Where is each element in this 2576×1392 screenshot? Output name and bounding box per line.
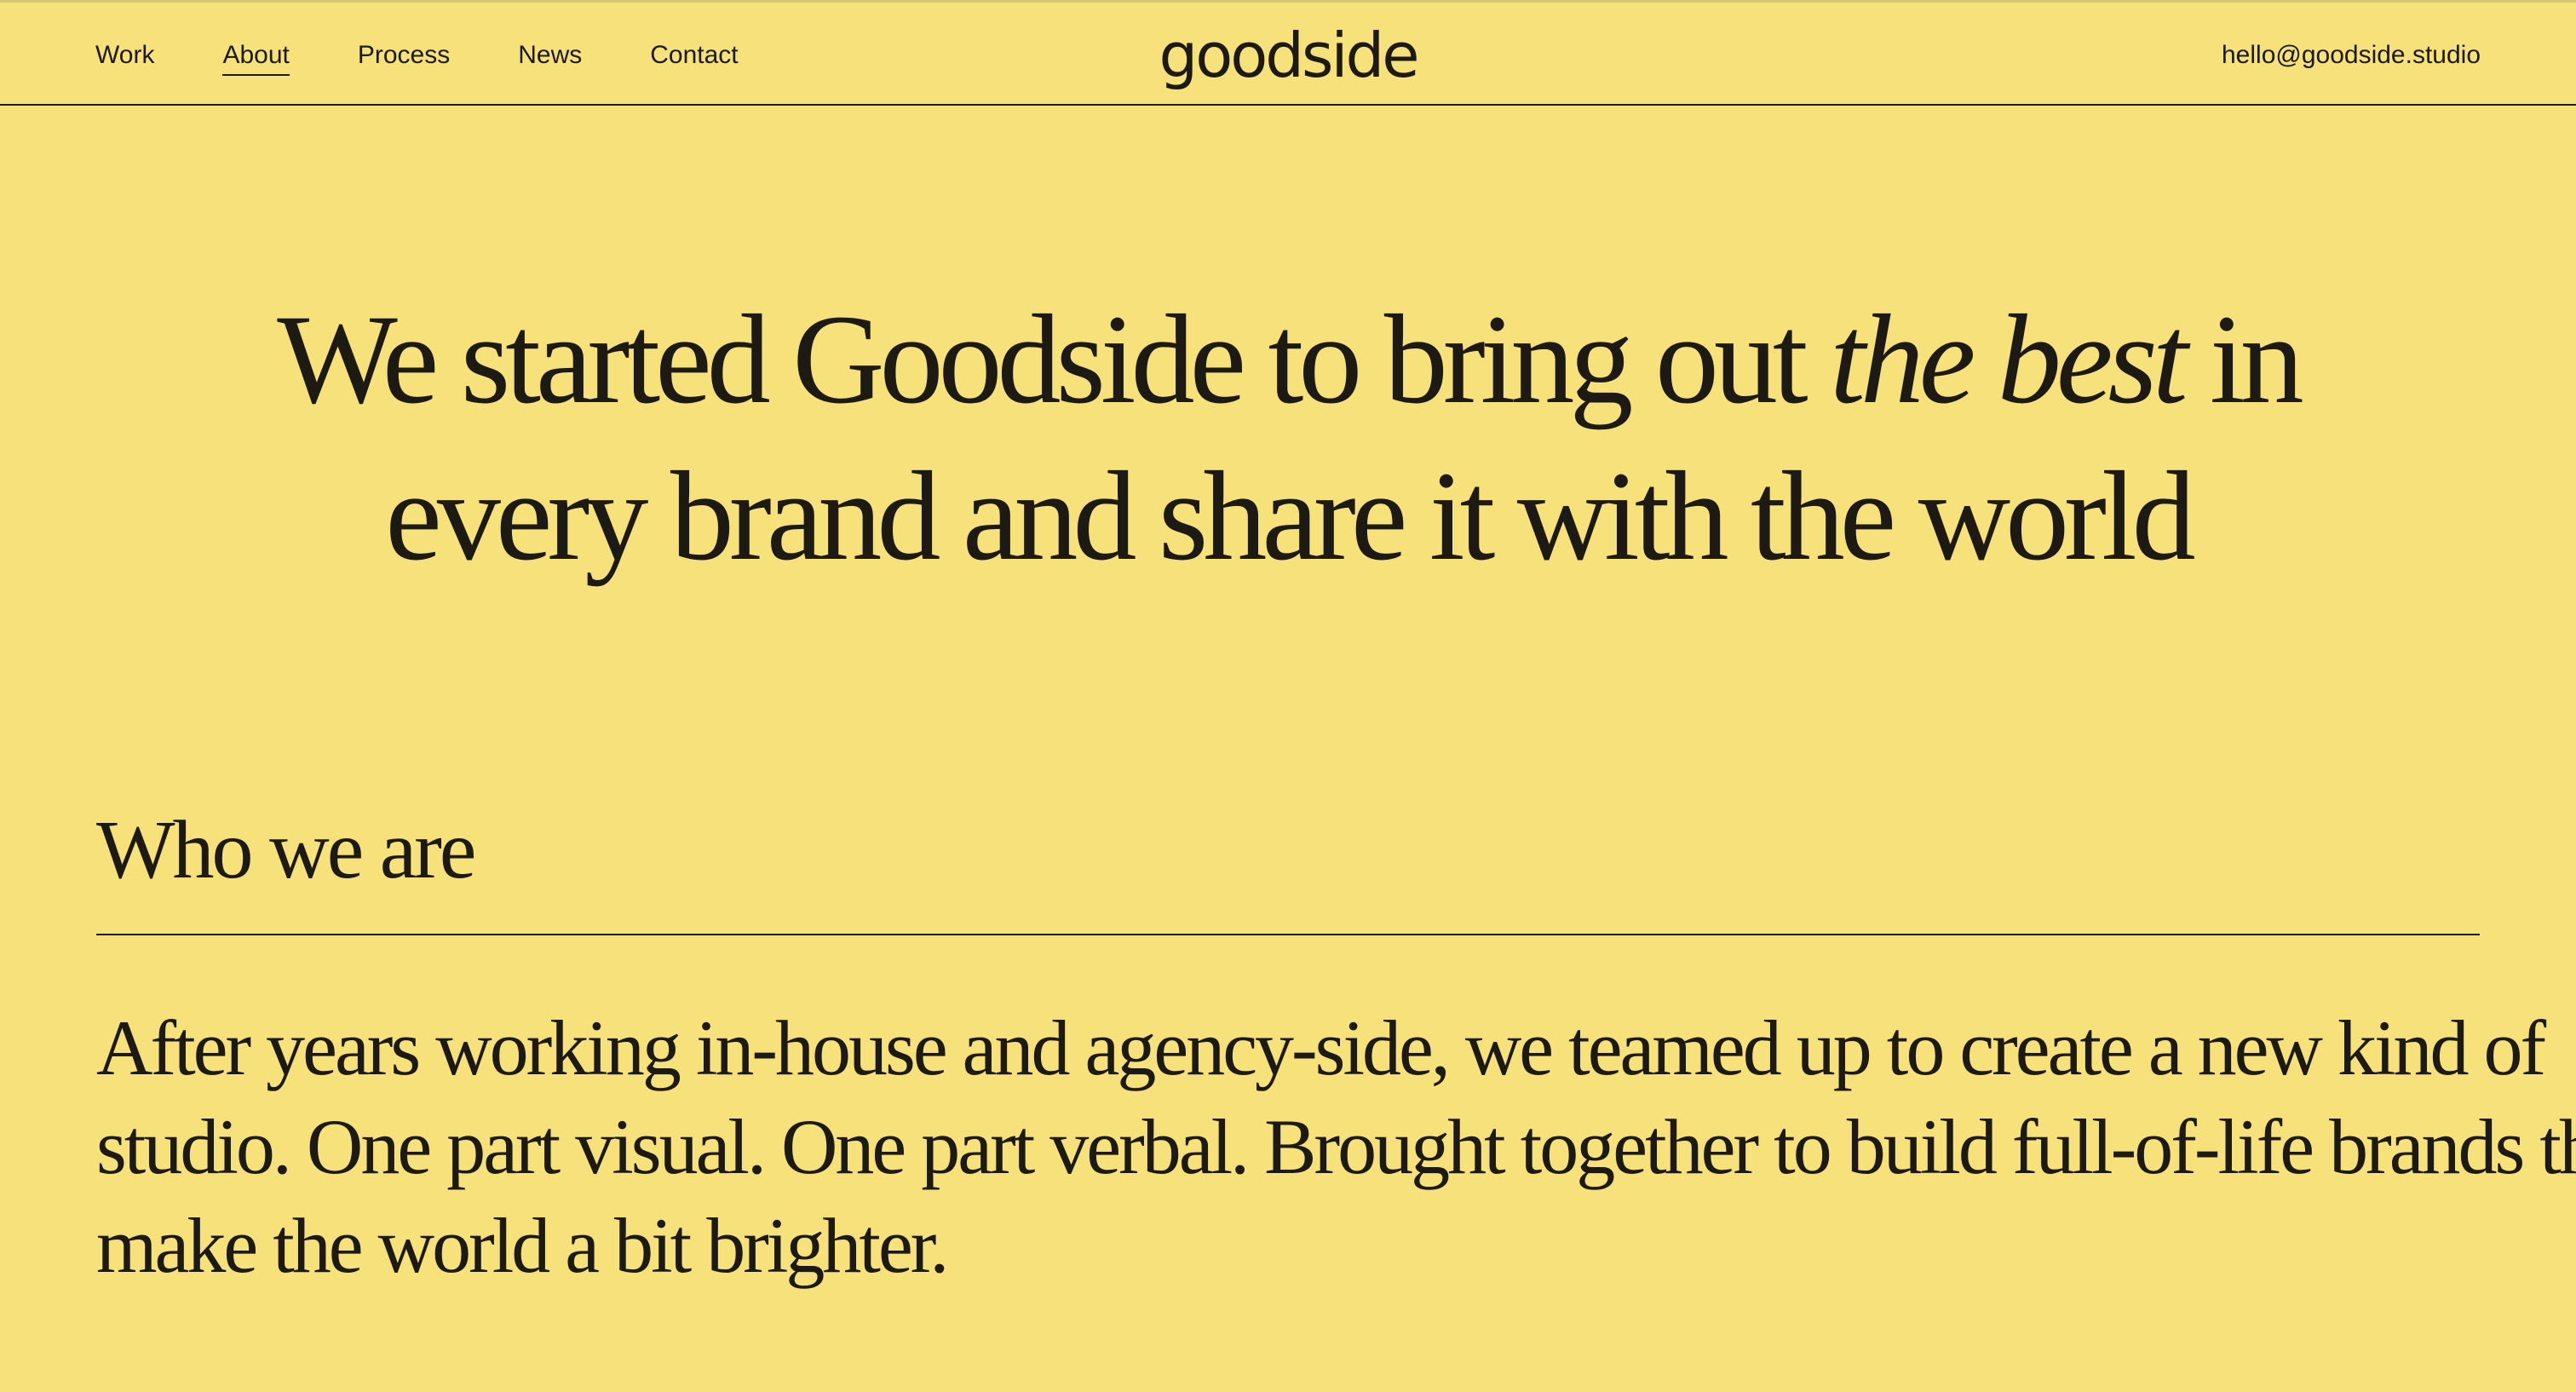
hero-line-1: We started Goodside to bring out the bes… [0, 281, 2576, 438]
hero-emphasis: the best [1830, 289, 2188, 430]
about-paragraph-line: After years working in-house and agency-… [96, 1004, 2546, 1091]
hero-headline: We started Goodside to bring out the bes… [0, 281, 2576, 595]
nav-list: Work About Process News Contact [95, 38, 739, 76]
hero-line-1-start: We started Goodside to bring out [277, 289, 1831, 430]
section-title: Who we are [96, 804, 476, 896]
brand-logo[interactable]: goodside [1159, 21, 1419, 89]
nav-item-process[interactable]: Process [358, 38, 450, 76]
section-divider [96, 934, 2480, 935]
nav-item-work[interactable]: Work [95, 38, 154, 76]
about-paragraph: After years working in-house and agency-… [96, 998, 2576, 1295]
nav-item-about[interactable]: About [222, 38, 290, 76]
contact-email-link[interactable]: hello@goodside.studio [2222, 38, 2481, 72]
hero-line-2: every brand and share it with the world [385, 446, 2195, 587]
nav-item-news[interactable]: News [518, 38, 582, 76]
nav-item-contact[interactable]: Contact [650, 38, 738, 76]
site-header: Work About Process News Contact goodside… [0, 0, 2576, 106]
hero-line-1-end: in [2182, 289, 2304, 430]
about-paragraph-line: studio. One part visual. One part verbal… [96, 1103, 2576, 1190]
about-paragraph-line: make the world a bit brighter. [96, 1202, 949, 1289]
